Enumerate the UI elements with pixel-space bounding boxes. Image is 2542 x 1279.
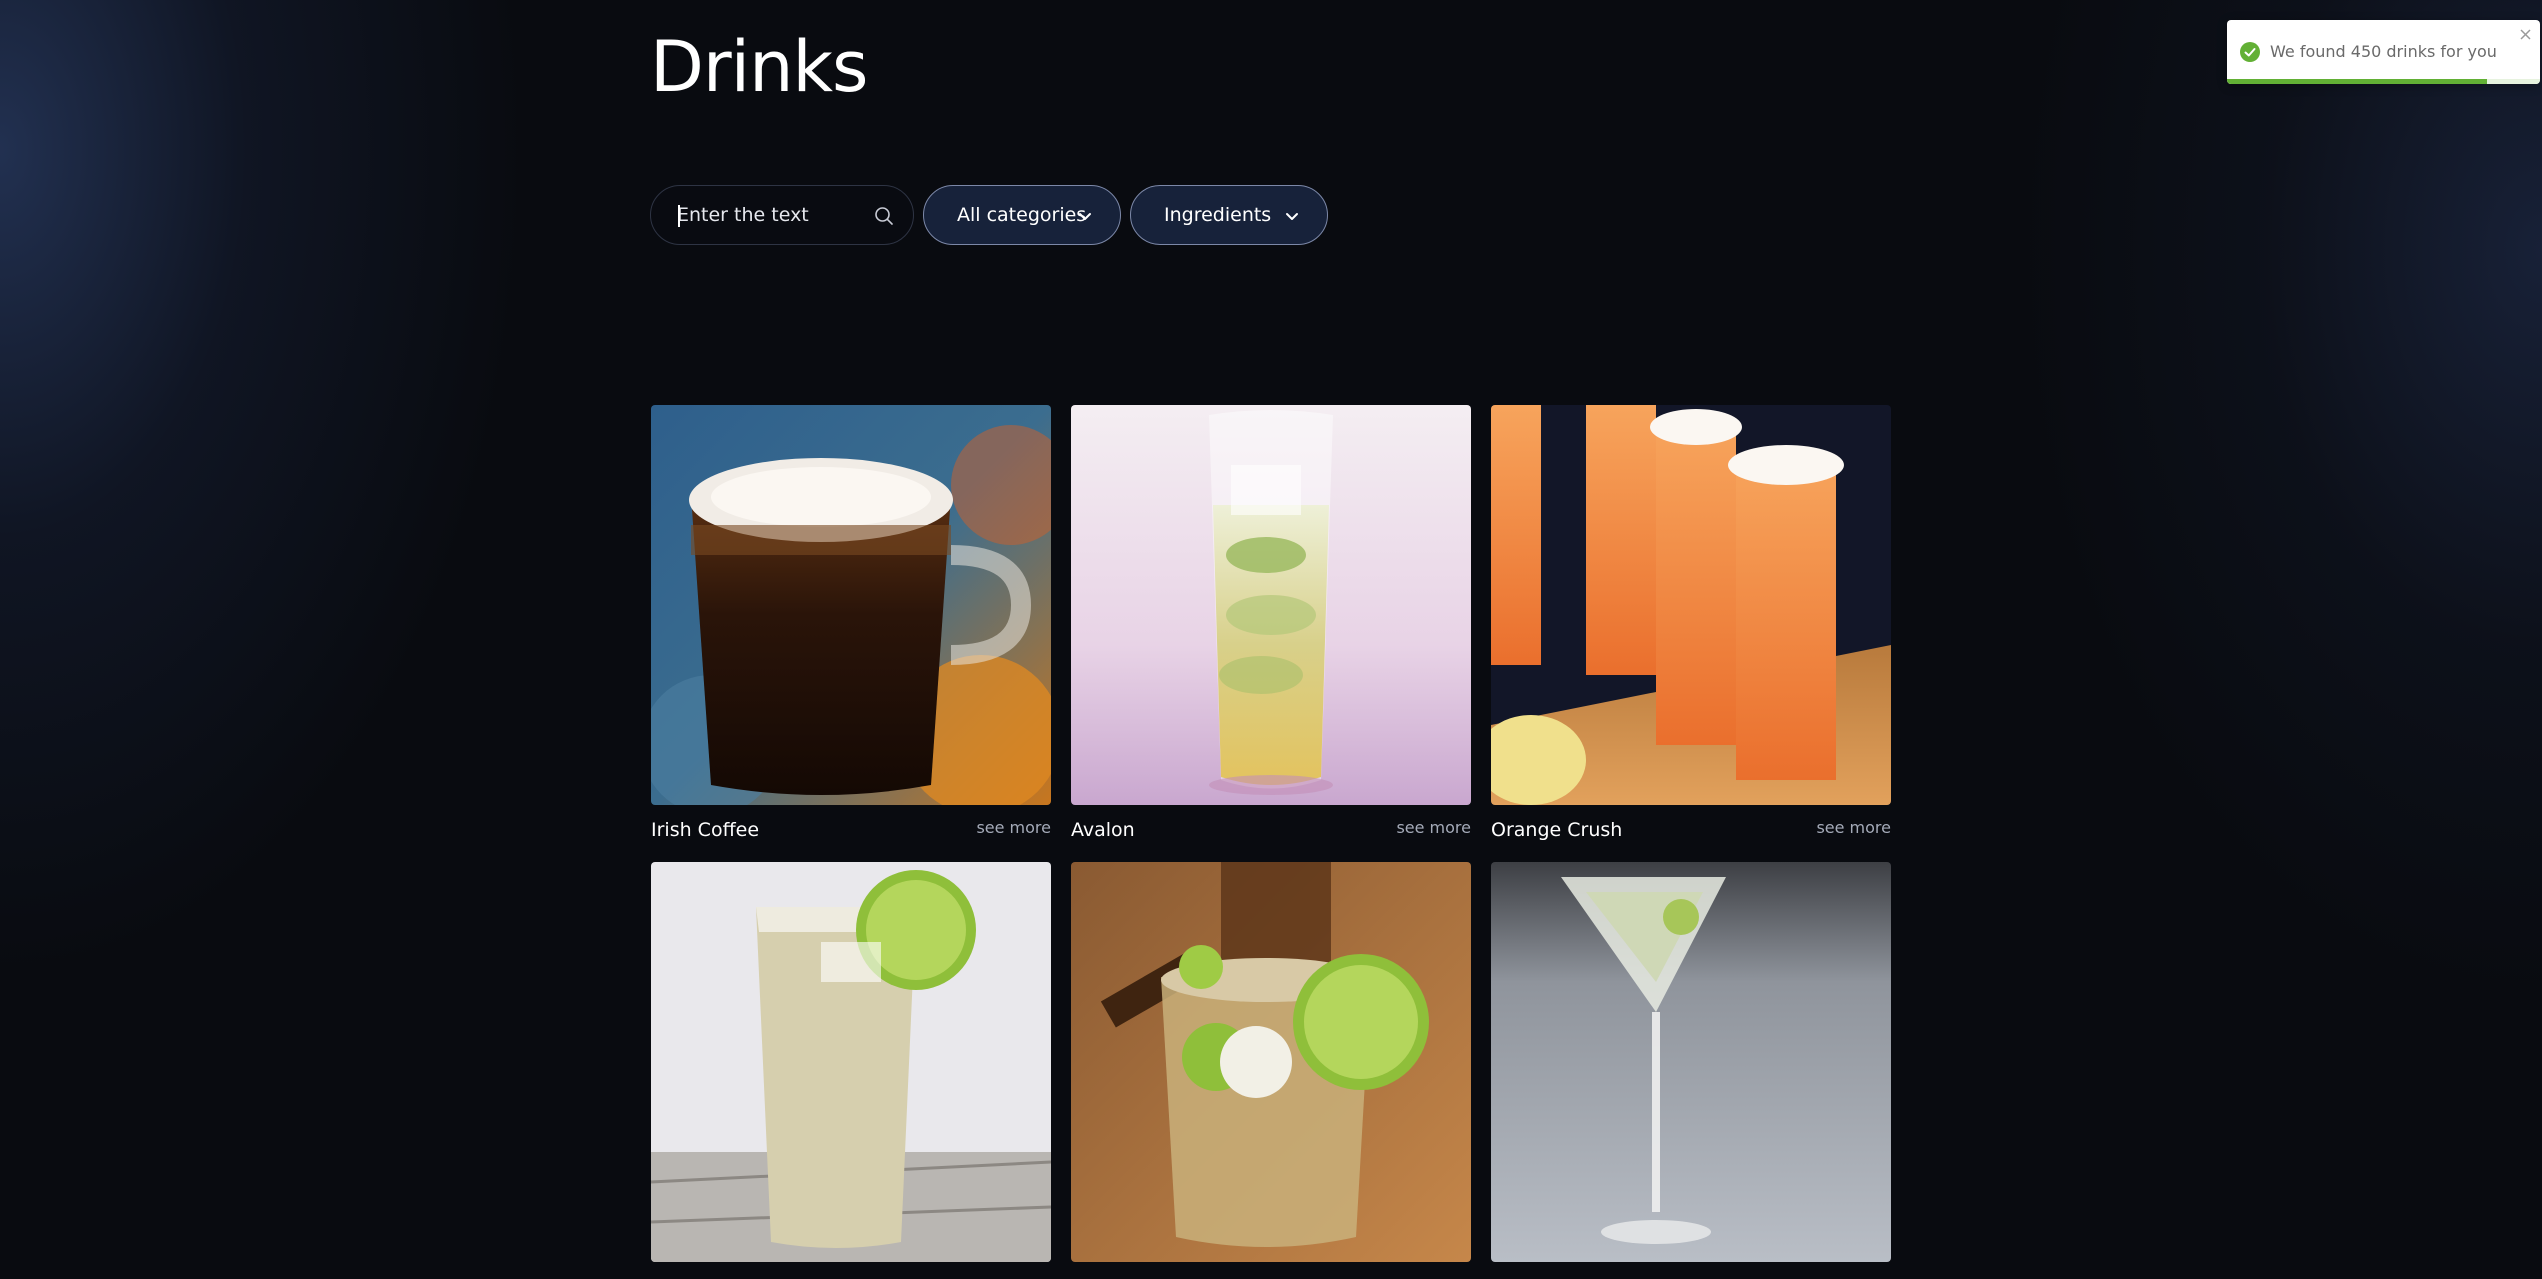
martini-glass-photo[interactable] <box>1491 862 1891 1262</box>
close-icon[interactable] <box>2519 28 2532 41</box>
chevron-down-icon <box>1286 213 1298 220</box>
search-input[interactable] <box>677 186 867 244</box>
page-title: Drinks <box>650 26 869 108</box>
toast-progress-track <box>2227 79 2540 84</box>
irish-coffee-photo[interactable] <box>651 405 1051 805</box>
ingredients-dropdown-label: Ingredients <box>1164 204 1272 226</box>
notification-toast: We found 450 drinks for you <box>2227 20 2540 84</box>
text-caret <box>678 205 680 227</box>
drink-name: Irish Coffee <box>651 819 760 841</box>
highball-lime-photo[interactable] <box>651 862 1051 1262</box>
toast-message: We found 450 drinks for you <box>2270 42 2497 61</box>
search-box[interactable] <box>650 185 914 245</box>
check-circle-icon <box>2240 42 2260 62</box>
page: Drinks All categories Ingredients <box>0 0 2542 1279</box>
drink-name: Avalon <box>1071 819 1135 841</box>
see-more-link[interactable]: see more <box>976 818 1051 838</box>
see-more-link[interactable]: see more <box>1396 818 1471 838</box>
category-dropdown[interactable]: All categories <box>923 185 1121 245</box>
category-dropdown-label: All categories <box>957 204 1087 226</box>
toast-progress-bar <box>2227 79 2487 84</box>
ingredients-dropdown[interactable]: Ingredients <box>1130 185 1328 245</box>
orange-crush-photo[interactable] <box>1491 405 1891 805</box>
drink-name: Orange Crush <box>1491 819 1623 841</box>
search-icon[interactable] <box>873 205 895 227</box>
see-more-link[interactable]: see more <box>1816 818 1891 838</box>
lime-rocks-glass-photo[interactable] <box>1071 862 1471 1262</box>
avalon-photo[interactable] <box>1071 405 1471 805</box>
chevron-down-icon <box>1079 213 1091 220</box>
